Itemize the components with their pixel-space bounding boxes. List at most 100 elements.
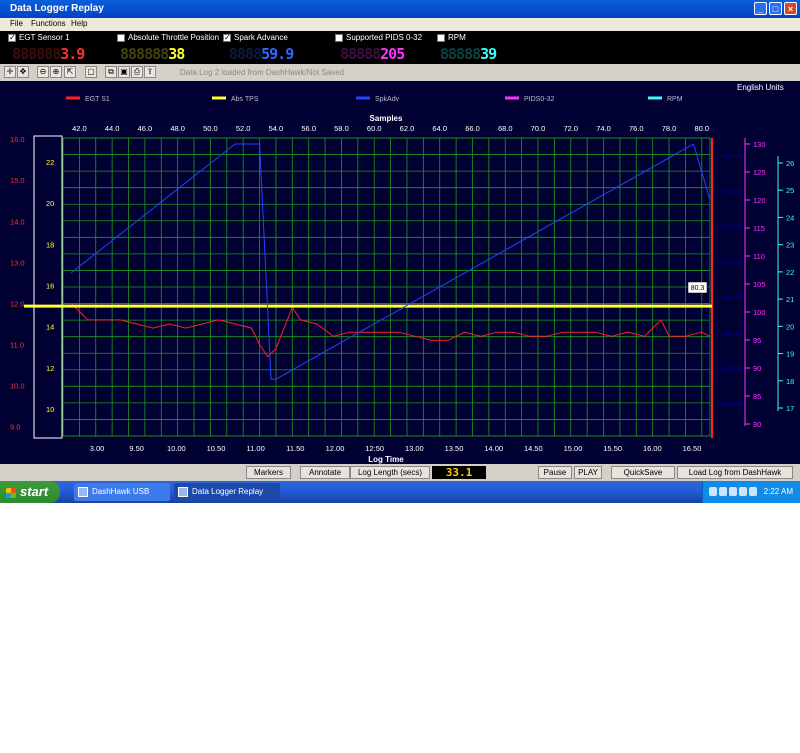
pan-icon[interactable]: ✥ (17, 66, 29, 78)
supported-pids-checkbox[interactable] (335, 34, 343, 42)
bottom-tick-label: 16.50 (683, 444, 702, 453)
rpm-axis-label: 20 (786, 322, 794, 331)
log-length-label: Log Length (secs) (350, 466, 430, 479)
load-log-button[interactable]: Load Log from DashHawk (677, 466, 793, 479)
egt-sensor-checkbox[interactable]: ✓ (8, 34, 16, 42)
print-icon[interactable]: ⎙ (131, 66, 143, 78)
bottom-tick-label: 16.00 (643, 444, 662, 453)
legend-label: Abs TPS (231, 96, 259, 103)
menu-file[interactable]: File (10, 19, 23, 28)
top-tick-label: 76.0 (629, 124, 644, 133)
bottom-tick-label: 14.00 (484, 444, 503, 453)
window-title: Data Logger Replay (10, 3, 104, 14)
bottom-tick-label: 14.50 (524, 444, 543, 453)
rpm-checkbox[interactable] (437, 34, 445, 42)
rpm-label: RPM (448, 33, 466, 42)
taskbar-item-data-logger[interactable]: Data Logger Replay (174, 483, 280, 501)
copy-icon[interactable]: ⧉ (105, 66, 117, 78)
top-axis-title: Samples (370, 114, 403, 123)
app-icon (178, 487, 188, 497)
tray-icon[interactable] (749, 487, 757, 496)
app-window: Data Logger Replay _ □ × File Functions … (0, 0, 800, 514)
rpm-axis-label: 25 (786, 186, 794, 195)
tps-axis-tick: 14 (46, 323, 54, 332)
spark-axis-label: 130 (753, 140, 766, 149)
top-tick-label: 46.0 (138, 124, 153, 133)
tray-icon[interactable] (719, 487, 727, 496)
close-button[interactable]: × (784, 2, 797, 15)
play-button[interactable]: PLAY (574, 466, 602, 479)
legend-label: EGT S1 (85, 96, 110, 103)
crosshair-icon[interactable]: ✛ (4, 66, 16, 78)
annotate-button[interactable]: Annotate (300, 466, 350, 479)
legend-label: PIDS0-32 (524, 96, 554, 103)
menu-help[interactable]: Help (71, 19, 87, 28)
rpm-axis-label: 18 (786, 377, 794, 386)
export-icon[interactable]: ⇪ (144, 66, 156, 78)
top-tick-label: 58.0 (334, 124, 349, 133)
rpm-axis-label: 22 (786, 268, 794, 277)
maximize-button[interactable]: □ (769, 2, 782, 15)
select-icon[interactable]: ⇱ (64, 66, 76, 78)
spark-axis-label: 95 (753, 336, 761, 345)
tps-axis-tick: 22 (46, 158, 54, 167)
spark-axis-tick: 0.000.00 (719, 403, 743, 409)
tps-axis-tick: 10 (46, 405, 54, 414)
spark-advance-checkbox[interactable]: ✓ (223, 34, 231, 42)
top-tick-label: 70.0 (531, 124, 546, 133)
data-log-chart[interactable]: English Units EGT S1 Abs TPS SpkAdv PIDS0-32… (0, 81, 800, 464)
channel-selector-bar: ✓ EGT Sensor 1 8888883.9 Absolute Thrott… (0, 31, 800, 64)
quicksave-button[interactable]: QuickSave (611, 466, 675, 479)
top-tick-label: 50.0 (203, 124, 218, 133)
egt-axis-tick: 15.0 (10, 176, 25, 185)
tray-icon[interactable] (729, 487, 737, 496)
box-icon[interactable]: ▢ (85, 66, 97, 78)
top-tick-label: 48.0 (170, 124, 185, 133)
tps-axis-tick: 12 (46, 364, 54, 373)
windows-logo-icon (6, 487, 16, 498)
tray-icon[interactable] (739, 487, 747, 496)
rpm-axis-label: 19 (786, 350, 794, 359)
markers-button[interactable]: Markers (246, 466, 291, 479)
bottom-tick-label: 9.50 (129, 444, 144, 453)
top-tick-label: 74.0 (596, 124, 611, 133)
zoom-out-icon[interactable]: ⊖ (37, 66, 49, 78)
minimize-button[interactable]: _ (754, 2, 767, 15)
title-bar: Data Logger Replay _ □ × (0, 0, 800, 18)
save-icon[interactable]: ▣ (118, 66, 130, 78)
bottom-tick-label: 12:50 (365, 444, 384, 453)
taskbar-item-dashhawk[interactable]: DashHawk USB Interf... (74, 483, 170, 514)
bottom-tick-label: 10.50 (207, 444, 226, 453)
spark-axis-tick: 0.000.00 (719, 190, 743, 196)
bottom-tick-label: 13.00 (405, 444, 424, 453)
top-tick-label: 80.0 (695, 124, 710, 133)
tray-icon[interactable] (709, 487, 717, 496)
bottom-axis-title: Log Time (368, 455, 404, 464)
spark-axis-tick: 0.000.00 (719, 225, 743, 231)
spark-advance-label: Spark Advance (234, 33, 288, 42)
menu-functions[interactable]: Functions (31, 19, 66, 28)
pause-button[interactable]: Pause (538, 466, 572, 479)
zoom-in-icon[interactable]: ⊕ (50, 66, 62, 78)
spark-axis-label: 90 (753, 364, 761, 373)
log-length-value: 33.1 (432, 466, 486, 479)
bottom-tick-label: 11.50 (286, 444, 304, 453)
tps-axis-tick: 20 (46, 199, 54, 208)
rpm-digital-readout: 8888839 (440, 45, 497, 63)
throttle-digital-readout: 88888838 (120, 45, 185, 63)
top-tick-label: 42.0 (72, 124, 87, 133)
rpm-axis-label: 17 (786, 404, 794, 413)
start-button[interactable]: start (0, 481, 60, 503)
spark-axis-tick: 0.000.00 (719, 261, 743, 267)
chart-area[interactable]: English Units EGT S1 Abs TPS SpkAdv PIDS0-32… (0, 81, 800, 464)
bottom-tick-label: 3.00 (90, 444, 105, 453)
egt-axis-tick: 14.0 (10, 217, 25, 226)
bottom-tick-label: 15.50 (603, 444, 622, 453)
top-tick-label: 56.0 (301, 124, 316, 133)
bottom-tick-label: 10.00 (167, 444, 186, 453)
throttle-position-checkbox[interactable] (117, 34, 125, 42)
legend-label: SpkAdv (375, 96, 400, 103)
spark-axis-label: 80 (753, 420, 761, 429)
top-tick-label: 62.0 (400, 124, 415, 133)
bottom-tick-label: 12.00 (326, 444, 345, 453)
